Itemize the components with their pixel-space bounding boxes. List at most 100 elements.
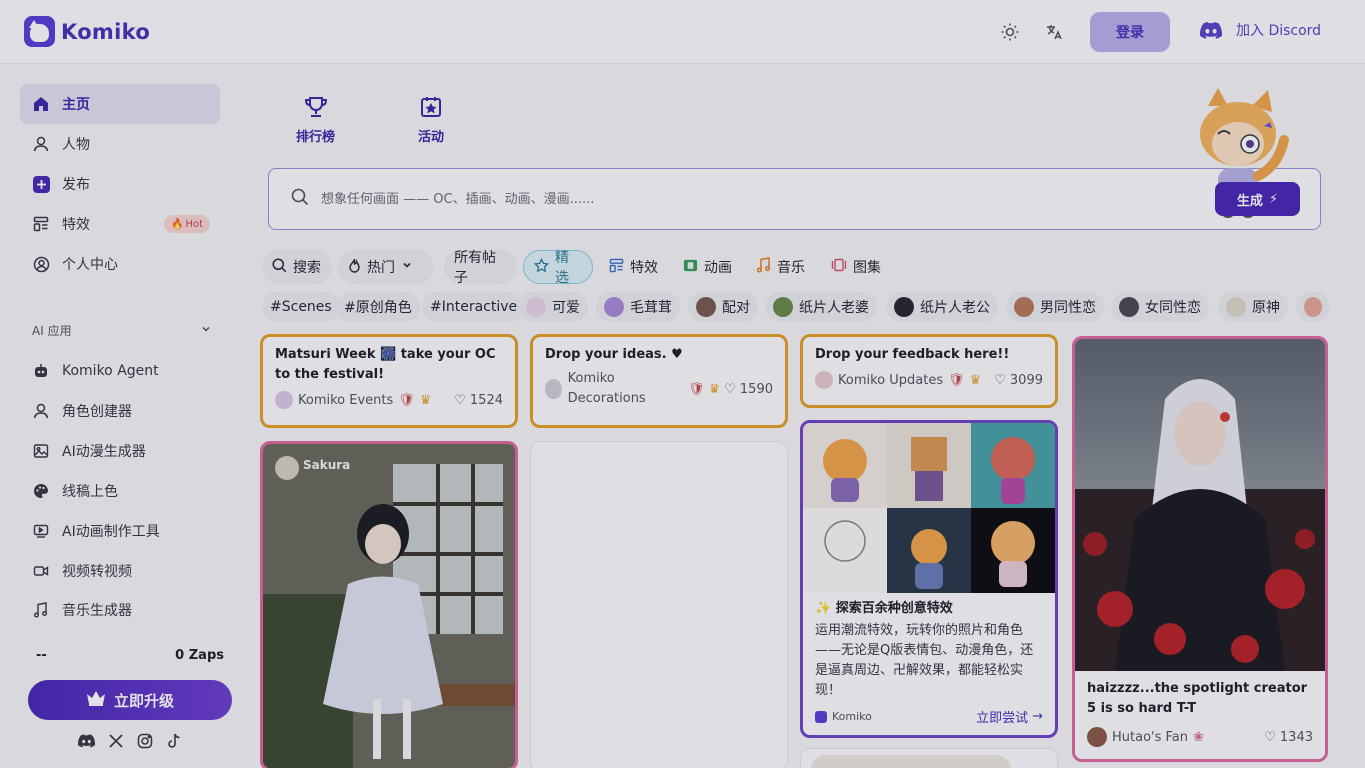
generate-button[interactable]: 生成 ⚡ bbox=[1215, 182, 1300, 216]
tag-waifu[interactable]: 纸片人老婆 bbox=[765, 292, 877, 322]
sidebar-item-characters[interactable]: 人物 bbox=[20, 124, 220, 164]
tag-husbando[interactable]: 纸片人老公 bbox=[886, 292, 998, 322]
prompt-box[interactable] bbox=[268, 168, 1321, 230]
post-author[interactable]: Hutao's Fan bbox=[1112, 730, 1188, 745]
tiktok-icon[interactable] bbox=[165, 732, 182, 749]
sidebar-item-effects[interactable]: 特效 🔥 Hot bbox=[20, 204, 220, 244]
avatar bbox=[275, 391, 293, 409]
translate-icon[interactable] bbox=[1042, 20, 1066, 44]
tag-genshin[interactable]: 原神 bbox=[1218, 292, 1288, 322]
filter-effects[interactable]: 特效 bbox=[599, 250, 669, 284]
tag-avatar bbox=[773, 297, 793, 317]
sidebar-item-publish[interactable]: 发布 bbox=[20, 164, 220, 204]
filter-music[interactable]: 音乐 bbox=[747, 250, 817, 284]
effects-icon bbox=[609, 258, 624, 277]
post-author[interactable]: Komiko Events bbox=[298, 393, 393, 408]
tag-scenes[interactable]: #Scenes bbox=[262, 292, 340, 322]
filter-gallery[interactable]: 图集 bbox=[821, 250, 891, 284]
sidebar-tool-character-creator[interactable]: 角色创建器 bbox=[20, 391, 220, 431]
tag-cute[interactable]: 可爱 bbox=[518, 292, 588, 322]
post-author[interactable]: Komiko Decorations bbox=[568, 369, 675, 409]
filter-search[interactable]: 搜索 bbox=[262, 250, 332, 284]
filter-hot-dropdown[interactable]: 热门 bbox=[338, 250, 434, 284]
tag-more[interactable] bbox=[1296, 292, 1330, 322]
post-card[interactable]: Drop your feedback here!! Komiko Updates… bbox=[800, 334, 1058, 408]
chevron-down-icon bbox=[200, 323, 212, 338]
filter-featured[interactable]: 精选 bbox=[523, 250, 593, 286]
heart-icon: ♡ bbox=[454, 392, 466, 408]
tag-fluffy[interactable]: 毛茸茸 bbox=[596, 292, 680, 322]
post-author[interactable]: Komiko Updates bbox=[838, 373, 943, 388]
prompt-input[interactable] bbox=[321, 191, 1121, 207]
sidebar-item-label: 角色创建器 bbox=[62, 404, 132, 420]
sidebar-item-label: AI动漫生成器 bbox=[62, 444, 146, 460]
sidebar-item-label: 音乐生成器 bbox=[62, 603, 132, 619]
like-button[interactable]: ♡ 1524 bbox=[454, 393, 503, 408]
discord-icon bbox=[1200, 21, 1222, 39]
sidebar-tool-anime-generator[interactable]: AI动漫生成器 bbox=[20, 431, 220, 471]
post-card[interactable]: haizzzz...the spotlight creator 5 is so … bbox=[1072, 336, 1328, 762]
discord-icon[interactable] bbox=[78, 732, 95, 749]
image-icon bbox=[32, 442, 50, 460]
like-count: 3099 bbox=[1009, 372, 1043, 388]
sidebar-tool-komiko-agent[interactable]: Komiko Agent bbox=[20, 351, 220, 391]
sidebar-item-profile[interactable]: 个人中心 bbox=[20, 244, 220, 284]
upgrade-button[interactable]: 立即升级 bbox=[28, 680, 232, 720]
film-icon bbox=[683, 258, 698, 277]
like-count: 1343 bbox=[1279, 729, 1313, 745]
tag-pairing[interactable]: 配对 bbox=[688, 292, 758, 322]
tag-avatar bbox=[696, 297, 716, 317]
zaps-count: 0 Zaps bbox=[175, 648, 224, 663]
post-title: Drop your ideas. ♥ bbox=[545, 347, 683, 362]
video-icon bbox=[32, 522, 50, 540]
sidebar-tool-line-art-coloring[interactable]: 线稿上色 bbox=[20, 471, 220, 511]
post-author[interactable]: Sakura bbox=[303, 458, 350, 472]
ai-apps-section-toggle[interactable]: AI 应用 bbox=[32, 322, 212, 339]
tag-label: 原神 bbox=[1252, 300, 1280, 316]
like-count: 1524 bbox=[469, 392, 503, 408]
music-icon bbox=[756, 257, 771, 277]
post-author[interactable]: Komiko bbox=[832, 710, 872, 723]
login-button[interactable]: 登录 bbox=[1090, 12, 1170, 52]
like-count: 1590 bbox=[739, 381, 773, 397]
sidebar-tool-animation-maker[interactable]: AI动画制作工具 bbox=[20, 511, 220, 551]
try-now-link[interactable]: 立即尝试 → bbox=[976, 707, 1043, 726]
gallery-icon bbox=[831, 258, 847, 276]
tag-label: 女同性恋 bbox=[1145, 300, 1201, 316]
discord-link[interactable]: 加入 Discord bbox=[1200, 20, 1321, 40]
camera-icon bbox=[32, 562, 50, 580]
sun-icon[interactable] bbox=[998, 20, 1022, 44]
filter-label: 图集 bbox=[853, 260, 881, 276]
post-image bbox=[263, 444, 515, 768]
post-card[interactable]: Drop your ideas. ♥ Komiko Decorations 🛡 ♛… bbox=[530, 334, 788, 428]
post-card[interactable] bbox=[800, 748, 1058, 768]
sidebar-item-home[interactable]: 主页 bbox=[20, 84, 220, 124]
flame-icon bbox=[348, 258, 361, 277]
tag-lesbian[interactable]: 女同性恋 bbox=[1111, 292, 1209, 322]
sidebar-item-label: 发布 bbox=[62, 177, 90, 193]
post-meta: Komiko Decorations 🛡 ♛ ♡ 1590 bbox=[545, 369, 773, 409]
filter-all-posts[interactable]: 所有帖子 bbox=[444, 250, 517, 286]
tag-avatar bbox=[1226, 297, 1246, 317]
badge-icon: 🛡 bbox=[688, 381, 705, 397]
instagram-icon[interactable] bbox=[136, 732, 153, 749]
like-button[interactable]: ♡ 3099 bbox=[994, 373, 1043, 388]
chevron-down-icon bbox=[401, 259, 413, 275]
filter-animation[interactable]: 动画 bbox=[673, 250, 743, 284]
post-card[interactable]: Sakura bbox=[260, 441, 518, 768]
tag-label: 可爱 bbox=[552, 300, 580, 316]
sidebar-tool-video-to-video[interactable]: 视频转视频 bbox=[20, 551, 220, 591]
effects-promo-card[interactable]: ✨ 探索百余种创意特效 运用潮流特效，玩转你的照片和角色——无论是Q版表情包、动… bbox=[800, 420, 1058, 738]
post-card[interactable]: Matsuri Week 🎆 take your OC to the festi… bbox=[260, 334, 518, 428]
tag-original-character[interactable]: #原创角色 bbox=[336, 292, 420, 322]
x-icon[interactable] bbox=[107, 732, 124, 749]
tag-interactive[interactable]: #Interactive bbox=[422, 292, 526, 322]
tag-gay[interactable]: 男同性恋 bbox=[1006, 292, 1104, 322]
like-button[interactable]: ♡ 1343 bbox=[1264, 730, 1313, 745]
tab-events[interactable]: 活动 bbox=[418, 96, 444, 145]
sidebar-tool-music-generator[interactable]: 音乐生成器 bbox=[20, 590, 220, 630]
brand-logo[interactable]: Komiko bbox=[24, 16, 150, 47]
tab-leaderboard[interactable]: 排行榜 bbox=[296, 96, 335, 145]
profile-icon bbox=[32, 255, 50, 273]
like-button[interactable]: 🛡 ♛ ♡ 1590 bbox=[688, 382, 773, 397]
